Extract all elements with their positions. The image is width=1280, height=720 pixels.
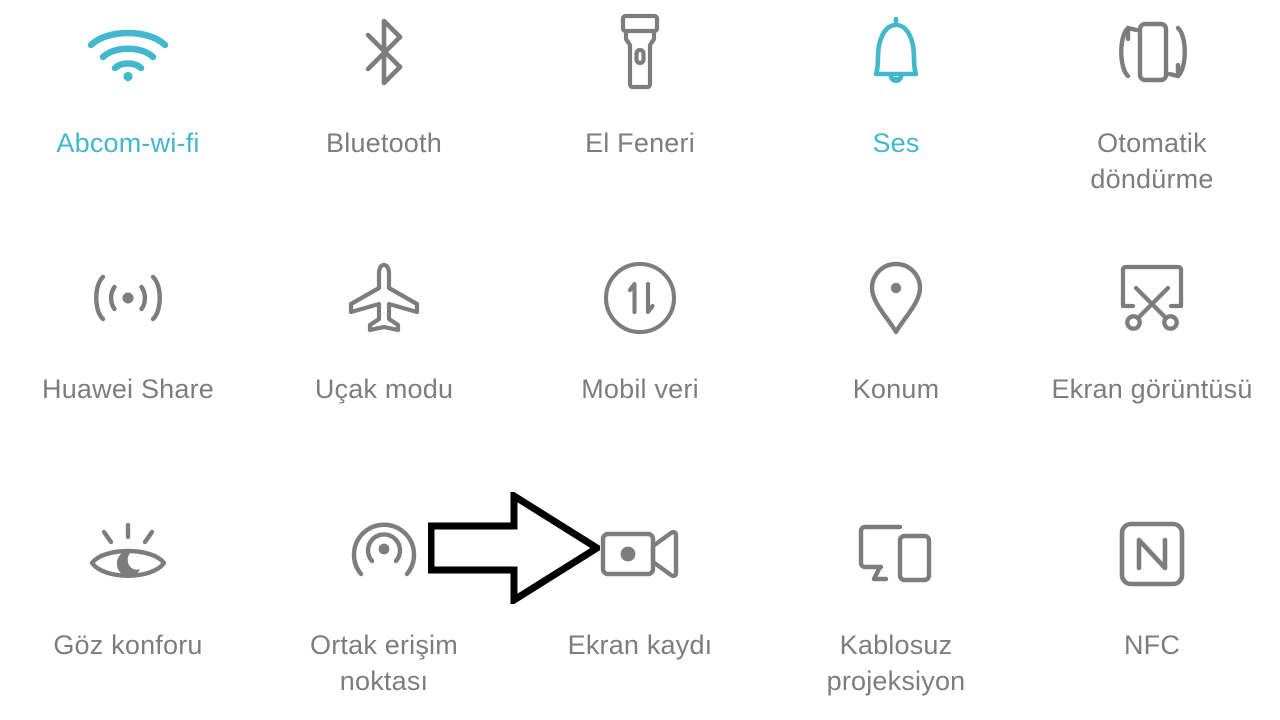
quick-tile-label: Kablosuz projeksiyon xyxy=(826,630,966,696)
quick-tile-label: Ekran görüntüsü xyxy=(1051,374,1253,404)
bell-icon[interactable] xyxy=(865,10,927,94)
quick-tile-nfc[interactable]: NFC xyxy=(1024,490,1280,720)
screen-record-icon[interactable] xyxy=(599,512,681,596)
quick-tile-label: Uçak modu xyxy=(314,374,454,404)
quick-tile-bluetooth[interactable]: Bluetooth xyxy=(256,0,512,238)
quick-tile-hotspot[interactable]: Ortak erişim noktası xyxy=(256,490,512,720)
auto-rotate-icon[interactable] xyxy=(1107,10,1197,94)
quick-tile-label: Mobil veri xyxy=(581,374,699,404)
quick-tile-huawei-share[interactable]: Huawei Share xyxy=(0,238,256,490)
quick-tile-wireless-projection[interactable]: Kablosuz projeksiyon xyxy=(768,490,1024,720)
wifi-icon[interactable] xyxy=(85,10,171,94)
quick-tile-auto-rotate[interactable]: Otomatik döndürme xyxy=(1024,0,1280,238)
quick-tile-label: Göz konforu xyxy=(53,630,203,660)
quick-tile-flashlight[interactable]: El Feneri xyxy=(512,0,768,238)
quick-tile-label: Otomatik döndürme xyxy=(1090,128,1214,194)
quick-tile-label: Ortak erişim noktası xyxy=(310,630,458,696)
huawei-share-icon[interactable] xyxy=(86,256,170,340)
quick-tile-wifi[interactable]: Abcom-wi-fi xyxy=(0,0,256,238)
hotspot-icon[interactable] xyxy=(344,512,424,596)
wireless-cast-icon[interactable] xyxy=(856,512,936,596)
quick-tile-location[interactable]: Konum xyxy=(768,238,1024,490)
quick-tile-mobile-data[interactable]: Mobil veri xyxy=(512,238,768,490)
quick-tile-label: Abcom-wi-fi xyxy=(56,128,200,158)
bluetooth-icon[interactable] xyxy=(356,10,412,94)
quick-tile-label: Konum xyxy=(852,374,940,404)
quick-tile-sound[interactable]: Ses xyxy=(768,0,1024,238)
quick-tile-airplane[interactable]: Uçak modu xyxy=(256,238,512,490)
flashlight-icon[interactable] xyxy=(613,10,667,94)
airplane-icon[interactable] xyxy=(344,256,424,340)
quick-settings-panel: Abcom-wi-fi Bluetooth El Feneri Ses Otom… xyxy=(0,0,1280,720)
quick-tile-label: Ses xyxy=(872,128,920,158)
nfc-icon[interactable] xyxy=(1118,512,1186,596)
screenshot-icon[interactable] xyxy=(1110,256,1194,340)
quick-tile-label: NFC xyxy=(1123,630,1181,660)
quick-tile-label: Bluetooth xyxy=(326,128,442,158)
quick-tile-label: Ekran kaydı xyxy=(567,630,713,660)
location-pin-icon[interactable] xyxy=(865,256,927,340)
quick-tile-label: Huawei Share xyxy=(42,374,214,404)
quick-tile-screenshot[interactable]: Ekran görüntüsü xyxy=(1024,238,1280,490)
quick-tile-label: El Feneri xyxy=(585,128,695,158)
quick-tile-eye-comfort[interactable]: Göz konforu xyxy=(0,490,256,720)
eye-comfort-icon[interactable] xyxy=(85,512,171,596)
quick-tile-screen-record[interactable]: Ekran kaydı xyxy=(512,490,768,720)
mobile-data-icon[interactable] xyxy=(602,256,678,340)
